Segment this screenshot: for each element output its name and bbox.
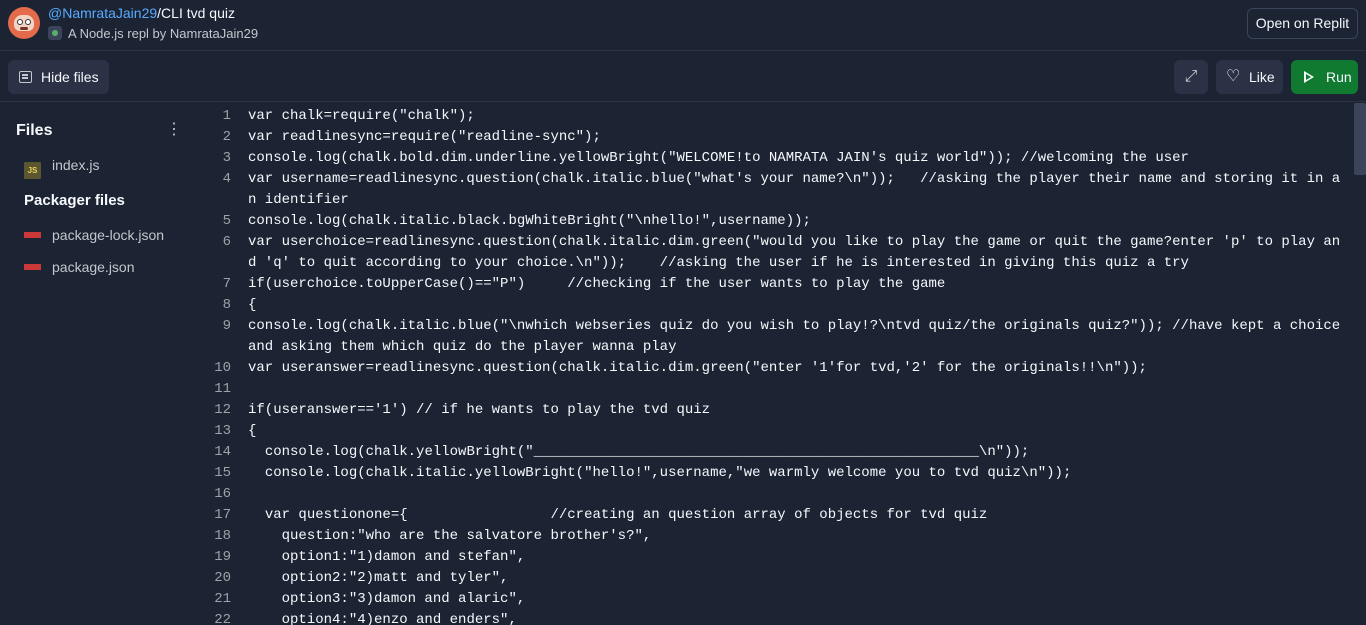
expand-button[interactable]: ⤢	[1174, 60, 1208, 94]
line-number: 21	[214, 591, 231, 607]
code-line[interactable]: question:"who are the salvatore brother'…	[248, 526, 1348, 547]
line-number: 6	[222, 234, 231, 250]
user-link[interactable]: @NamrataJain29	[48, 5, 157, 21]
code-line[interactable]: var questionone={ //creating an question…	[248, 505, 1348, 526]
avatar-eye-left	[17, 19, 23, 25]
line-number: 4	[222, 171, 231, 187]
js-file-icon: JS	[24, 162, 41, 179]
more-options-icon[interactable]: ⋮	[166, 121, 182, 139]
code-content[interactable]: var chalk=require("chalk"); var readlines…	[248, 106, 1348, 625]
open-on-replit-button[interactable]: Open on Replit	[1247, 8, 1358, 39]
file-name: index.js	[52, 157, 100, 173]
repl-subtitle: A Node.js repl by NamrataJain29	[48, 26, 258, 42]
file-item-package-lock-json[interactable]: package-lock.json	[24, 225, 164, 245]
heart-icon: ♡	[1226, 68, 1241, 85]
line-number: 18	[214, 528, 231, 544]
files-panel-icon	[19, 71, 32, 83]
line-number: 11	[214, 381, 231, 397]
line-number: 10	[214, 360, 231, 376]
line-number: 13	[214, 423, 231, 439]
file-name: package-lock.json	[52, 227, 165, 243]
npm-icon	[24, 226, 41, 243]
code-line[interactable]: if(useranswer=='1') // if he wants to pl…	[248, 400, 1348, 421]
code-line[interactable]: if(userchoice.toUpperCase()=="P") //chec…	[248, 274, 1348, 295]
code-line[interactable]: console.log(chalk.bold.dim.underline.yel…	[248, 148, 1348, 169]
line-number: 20	[214, 570, 231, 586]
nodejs-icon	[48, 26, 62, 40]
hide-files-button[interactable]: Hide files	[8, 60, 109, 94]
hide-files-label: Hide files	[41, 69, 99, 85]
line-number: 1	[222, 108, 231, 124]
packager-files-heading: Packager files	[24, 192, 125, 209]
code-line[interactable]: var userchoice=readlinesync.question(cha…	[248, 232, 1348, 274]
line-number: 9	[222, 318, 231, 334]
line-number: 22	[214, 612, 231, 625]
code-line[interactable]: {	[248, 295, 1348, 316]
line-number: 12	[214, 402, 231, 418]
code-line[interactable]: option1:"1)damon and stefan",	[248, 547, 1348, 568]
npm-icon	[24, 258, 41, 275]
avatar[interactable]	[8, 7, 40, 39]
line-number: 2	[222, 129, 231, 145]
line-number: 14	[214, 444, 231, 460]
like-button[interactable]: ♡ Like	[1216, 60, 1283, 94]
line-number: 7	[222, 276, 231, 292]
line-number: 8	[222, 297, 231, 313]
repl-subtitle-text: A Node.js repl by NamrataJain29	[68, 26, 259, 41]
like-label: Like	[1249, 69, 1275, 85]
expand-icon: ⤢	[1184, 68, 1198, 85]
run-label: Run	[1326, 69, 1352, 85]
repl-title: @NamrataJain29/CLI tvd quiz	[48, 5, 235, 21]
line-number: 3	[222, 150, 231, 166]
line-number: 5	[222, 213, 231, 229]
code-line[interactable]: console.log(chalk.yellowBright("________…	[248, 442, 1348, 463]
line-number: 19	[214, 549, 231, 565]
code-line[interactable]: console.log(chalk.italic.black.bgWhiteBr…	[248, 211, 1348, 232]
line-number: 16	[214, 486, 231, 502]
line-number: 17	[214, 507, 231, 523]
toolbar: Hide files ⤢ ♡ Like Run	[0, 52, 1366, 102]
code-line[interactable]: var useranswer=readlinesync.question(cha…	[248, 358, 1348, 379]
file-sidebar: Files ⋮ JS index.js Packager files packag…	[0, 103, 200, 625]
editor-scrollbar[interactable]	[1354, 103, 1366, 175]
file-item-index-js[interactable]: JS index.js	[24, 155, 100, 179]
top-bar: @NamrataJain29/CLI tvd quiz A Node.js re…	[0, 0, 1366, 51]
code-editor[interactable]: 1 2 3 4 5 6 7 8 9 10 11 12 13 14 15 16 17 18 19 20 21 22 var …	[200, 103, 1366, 625]
code-line[interactable]: var username=readlinesync.question(chalk…	[248, 169, 1348, 211]
code-line[interactable]: console.log(chalk.italic.yellowBright("h…	[248, 463, 1348, 484]
avatar-mouth	[20, 27, 28, 30]
code-line[interactable]: {	[248, 421, 1348, 442]
file-name: package.json	[52, 259, 135, 275]
play-icon	[1304, 71, 1314, 83]
line-number: 15	[214, 465, 231, 481]
code-line[interactable]	[248, 484, 1348, 505]
code-line[interactable]: option4:"4)enzo and enders",	[248, 610, 1348, 625]
code-line[interactable]: option2:"2)matt and tyler",	[248, 568, 1348, 589]
file-item-package-json[interactable]: package.json	[24, 257, 135, 277]
code-line[interactable]: var readlinesync=require("readline-sync"…	[248, 127, 1348, 148]
run-button[interactable]: Run	[1291, 60, 1358, 94]
code-line[interactable]	[248, 379, 1348, 400]
repl-name: /CLI tvd quiz	[157, 5, 235, 21]
code-line[interactable]: console.log(chalk.italic.blue("\nwhich w…	[248, 316, 1348, 358]
code-line[interactable]: var chalk=require("chalk");	[248, 106, 1348, 127]
code-line[interactable]: option3:"3)damon and alaric",	[248, 589, 1348, 610]
files-heading: Files	[16, 122, 53, 139]
avatar-eye-right	[25, 19, 31, 25]
